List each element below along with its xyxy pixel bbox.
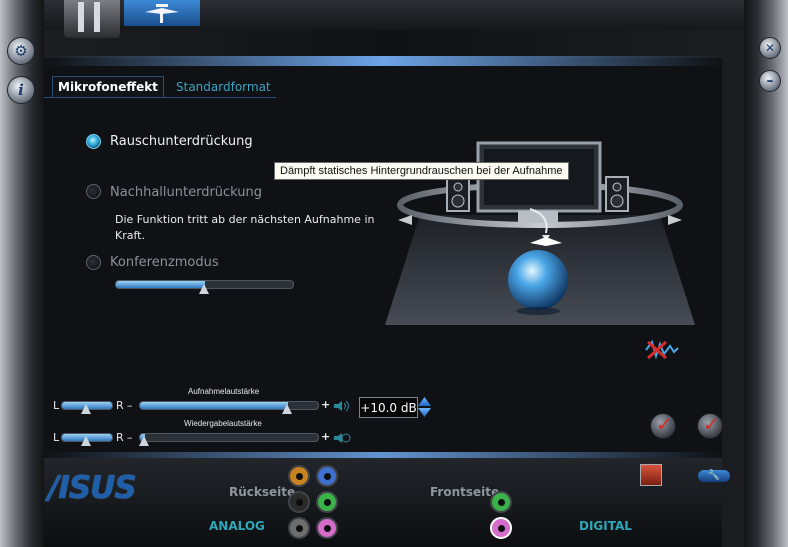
info-icon[interactable]: i bbox=[7, 76, 35, 104]
wrench-settings-icon[interactable]: 🔧 bbox=[698, 470, 730, 482]
playback-plus[interactable]: + bbox=[321, 430, 330, 443]
playback-speaker-icon[interactable] bbox=[333, 432, 351, 444]
digital-label: DIGITAL bbox=[579, 519, 632, 533]
panel-door-icon[interactable] bbox=[640, 464, 662, 486]
rear-jack-blue[interactable] bbox=[316, 465, 338, 487]
speaker-device-icon bbox=[78, 2, 100, 32]
conference-mode-radio[interactable] bbox=[86, 255, 101, 270]
playback-balance-thumb[interactable] bbox=[81, 436, 91, 446]
playback-right-label: R bbox=[116, 431, 124, 444]
db-gain-field[interactable]: +10.0 dB bbox=[359, 397, 418, 418]
close-icon[interactable]: ✕ bbox=[759, 37, 781, 59]
playback-volume-label: Wiedergabelautstärke bbox=[184, 419, 262, 428]
jack-panel bbox=[44, 458, 722, 547]
minimize-icon[interactable]: – bbox=[759, 70, 781, 92]
noise-tooltip: Dämpft statisches Hintergrundrauschen be… bbox=[274, 162, 569, 180]
apply-check-icon[interactable]: ✓ bbox=[650, 412, 676, 439]
record-plus[interactable]: + bbox=[321, 398, 330, 411]
settings-gear-icon[interactable]: ⚙ bbox=[7, 37, 35, 65]
echo-note-text: Die Funktion tritt ab der nächsten Aufna… bbox=[115, 213, 375, 242]
tab-mikrofoneffekt[interactable]: Mikrofoneffekt bbox=[52, 76, 164, 98]
noise-filter-icon[interactable] bbox=[644, 338, 680, 362]
tab-underline bbox=[44, 97, 276, 98]
asus-logo: /ISUS bbox=[48, 470, 137, 506]
playback-volume-slider[interactable] bbox=[139, 433, 319, 442]
rear-jack-orange[interactable] bbox=[288, 465, 310, 487]
device-tab-microphone[interactable] bbox=[124, 0, 200, 26]
record-left-label: L bbox=[53, 399, 60, 412]
record-volume-label: Aufnahmelautstärke bbox=[188, 387, 260, 396]
rear-jack-pink[interactable] bbox=[316, 517, 338, 539]
rear-jack-black[interactable] bbox=[288, 491, 310, 513]
room-illustration bbox=[380, 125, 700, 330]
top-glow-divider bbox=[44, 56, 722, 66]
record-speaker-icon[interactable] bbox=[333, 400, 351, 412]
record-minus[interactable]: – bbox=[127, 399, 133, 412]
playback-minus[interactable]: – bbox=[127, 431, 133, 444]
tab-standardformat[interactable]: Standardformat bbox=[176, 80, 271, 94]
conference-slider-thumb[interactable] bbox=[198, 284, 209, 294]
rear-panel-label: Rückseite bbox=[229, 485, 296, 499]
echo-cancellation-radio[interactable] bbox=[86, 184, 101, 199]
rear-jack-gray[interactable] bbox=[288, 517, 310, 539]
conference-slider-fill bbox=[116, 281, 205, 288]
echo-cancellation-label: Nachhallunterdrückung bbox=[110, 185, 263, 200]
record-right-label: R bbox=[116, 399, 124, 412]
playback-volume-thumb[interactable] bbox=[139, 436, 150, 446]
device-tab-speaker[interactable] bbox=[64, 0, 120, 38]
front-jack-green[interactable] bbox=[490, 491, 512, 513]
noise-suppression-radio[interactable] bbox=[86, 134, 101, 149]
playback-left-label: L bbox=[53, 431, 60, 444]
record-volume-slider[interactable] bbox=[139, 401, 319, 410]
front-jack-pink[interactable] bbox=[490, 517, 512, 539]
mic-sphere bbox=[508, 250, 568, 310]
noise-suppression-label: Rauschunterdrückung bbox=[110, 134, 253, 149]
record-volume-thumb[interactable] bbox=[281, 404, 292, 414]
front-panel-label: Frontseite bbox=[430, 485, 500, 499]
conference-mode-label: Konferenzmodus bbox=[110, 255, 219, 270]
analog-label: ANALOG bbox=[209, 519, 265, 533]
microphone-device-icon bbox=[145, 4, 179, 23]
apply-all-check-icon[interactable]: ✓ bbox=[697, 412, 723, 439]
record-balance-thumb[interactable] bbox=[81, 404, 91, 414]
rear-jack-green[interactable] bbox=[316, 491, 338, 513]
